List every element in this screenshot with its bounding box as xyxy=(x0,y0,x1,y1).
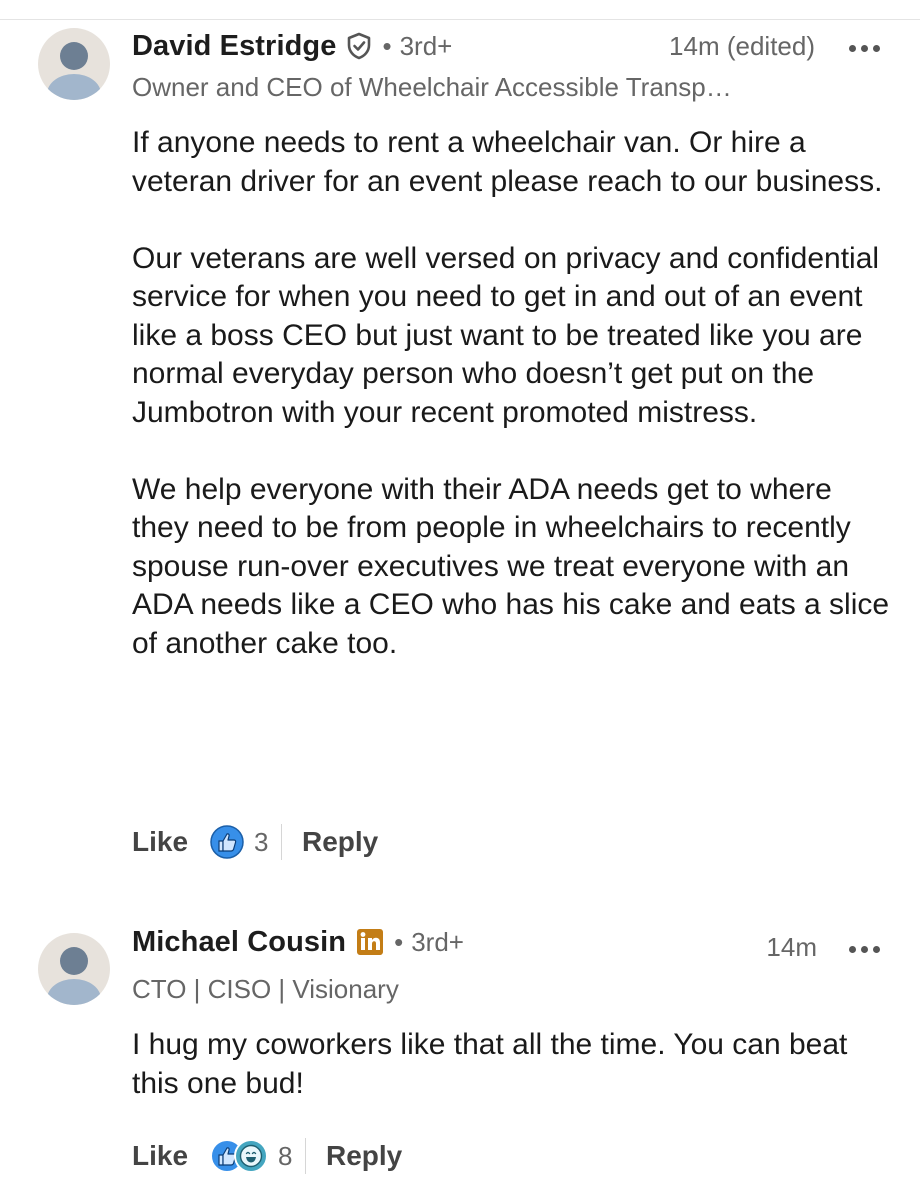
more-options-icon[interactable] xyxy=(849,946,880,953)
top-divider xyxy=(0,0,920,20)
action-divider xyxy=(304,1138,306,1174)
like-button[interactable]: Like xyxy=(132,826,188,858)
author-name[interactable]: Michael Cousin xyxy=(132,926,346,959)
more-options-icon[interactable] xyxy=(849,45,880,52)
reactions-summary[interactable]: 3 xyxy=(210,825,269,859)
comment-paragraph: Our veterans are well versed on privacy … xyxy=(132,241,880,429)
comment-time: 14m xyxy=(766,932,817,962)
reactions-summary[interactable]: 8 xyxy=(210,1139,293,1173)
funny-reaction-icon xyxy=(234,1139,269,1173)
comment-body: If anyone needs to rent a wheelchair van… xyxy=(132,124,892,663)
comment-paragraph: If anyone needs to rent a wheelchair van… xyxy=(132,126,883,198)
linkedin-premium-icon xyxy=(356,928,384,956)
comment-actions: Like 8 Reply xyxy=(132,1136,402,1176)
reaction-count: 8 xyxy=(278,1140,293,1171)
author-headline: Owner and CEO of Wheelchair Accessible T… xyxy=(132,72,732,102)
separator-dot: • xyxy=(382,30,392,61)
action-divider xyxy=(280,824,282,860)
avatar[interactable] xyxy=(38,933,110,1005)
avatar[interactable] xyxy=(38,28,110,100)
connection-degree: 3rd+ xyxy=(399,30,453,61)
reaction-count: 3 xyxy=(254,826,269,857)
like-reaction-icon xyxy=(210,825,244,859)
author-name[interactable]: David Estridge xyxy=(132,30,336,63)
comment-body: I hug my coworkers like that all the tim… xyxy=(132,1026,892,1103)
comment-time: 14m (edited) xyxy=(669,31,815,61)
reply-button[interactable]: Reply xyxy=(302,826,378,858)
like-button[interactable]: Like xyxy=(132,1140,188,1172)
comment-paragraph: We help everyone with their ADA needs ge… xyxy=(132,472,890,660)
verified-shield-icon xyxy=(346,32,372,60)
comment-actions: Like 3 Reply xyxy=(132,822,378,862)
author-headline: CTO | CISO | Visionary xyxy=(132,974,399,1004)
comment-paragraph: I hug my coworkers like that all the tim… xyxy=(132,1028,848,1100)
separator-dot: • xyxy=(394,926,404,957)
comment-header: Michael Cousin • 3rd+ xyxy=(132,922,464,962)
comment-header: David Estridge • 3rd+ xyxy=(132,26,452,66)
connection-degree: 3rd+ xyxy=(411,926,464,957)
reply-button[interactable]: Reply xyxy=(326,1140,402,1172)
